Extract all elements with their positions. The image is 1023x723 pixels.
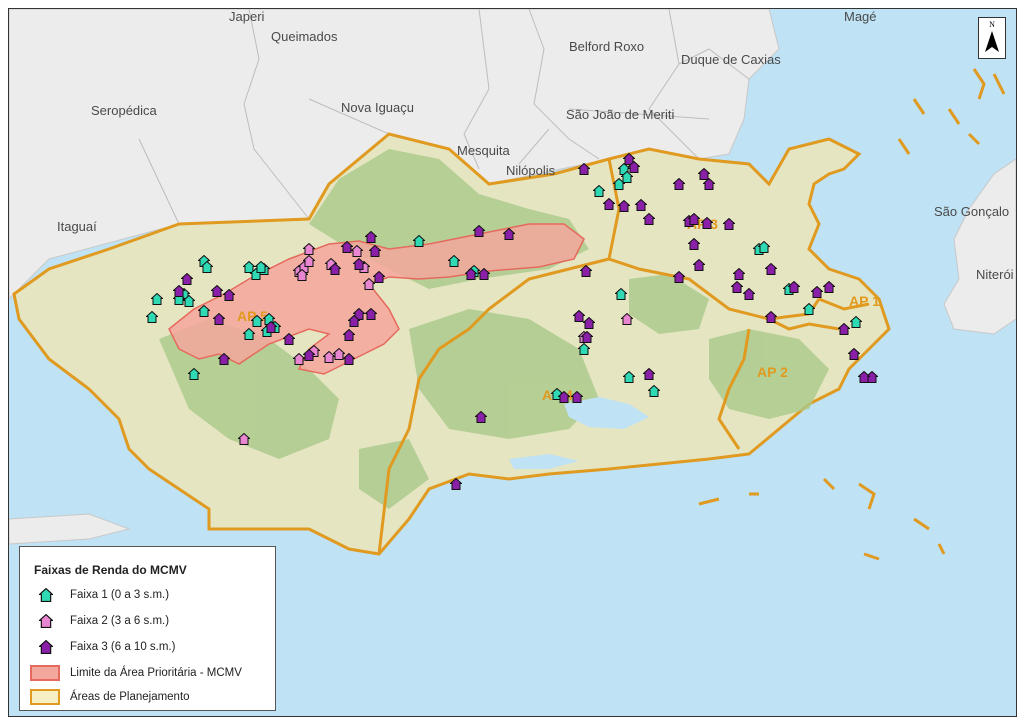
label-nilopolis: Nilópolis — [506, 163, 556, 178]
label-nova-iguacu: Nova Iguaçu — [341, 100, 414, 115]
area-swatch — [30, 665, 60, 681]
label-duque-de-caxias: Duque de Caxias — [681, 52, 781, 67]
legend-item-faixa1: Faixa 1 (0 a 3 s.m.) — [30, 585, 169, 605]
label-mage: Magé — [844, 9, 877, 24]
area-swatch — [30, 689, 60, 705]
legend-label: Faixa 3 (6 a 10 s.m.) — [70, 641, 176, 653]
label-sao-joao-de-meriti: São João de Meriti — [566, 107, 675, 122]
label-mesquita: Mesquita — [457, 143, 511, 158]
legend-item-priority-area: Limite da Área Prioritária - MCMV — [30, 663, 242, 683]
legend-label: Áreas de Planejamento — [70, 691, 190, 703]
label-itaguai: Itaguaí — [57, 219, 97, 234]
north-arrow-icon — [985, 31, 999, 52]
legend-item-faixa2: Faixa 2 (3 a 6 s.m.) — [30, 611, 169, 631]
legend-label: Limite da Área Prioritária - MCMV — [70, 667, 242, 679]
legend-item-planning-areas: Áreas de Planejamento — [30, 687, 190, 707]
label-queimados: Queimados — [271, 29, 338, 44]
label-japeri: Japeri — [229, 9, 265, 24]
house-icon — [39, 640, 53, 654]
label-belford-roxo: Belford Roxo — [569, 39, 644, 54]
label-ap1: AP 1 — [849, 293, 880, 309]
legend-item-faixa3: Faixa 3 (6 a 10 s.m.) — [30, 637, 175, 657]
legend-title: Faixas de Renda do MCMV — [34, 563, 187, 577]
label-sao-goncalo: São Gonçalo — [934, 204, 1009, 219]
house-icon — [39, 614, 53, 628]
legend: Faixas de Renda do MCMV Faixa 1 (0 a 3 s… — [19, 546, 276, 711]
legend-label: Faixa 2 (3 a 6 s.m.) — [70, 615, 170, 627]
north-arrow: N — [978, 17, 1006, 59]
label-seropedica: Seropédica — [91, 103, 158, 118]
label-niteroi: Niterói — [976, 267, 1014, 282]
legend-label: Faixa 1 (0 a 3 s.m.) — [70, 589, 170, 601]
house-icon — [39, 588, 53, 602]
map-frame: Japeri Queimados Belford Roxo Magé Duque… — [8, 8, 1017, 717]
label-ap2: AP 2 — [757, 364, 788, 380]
